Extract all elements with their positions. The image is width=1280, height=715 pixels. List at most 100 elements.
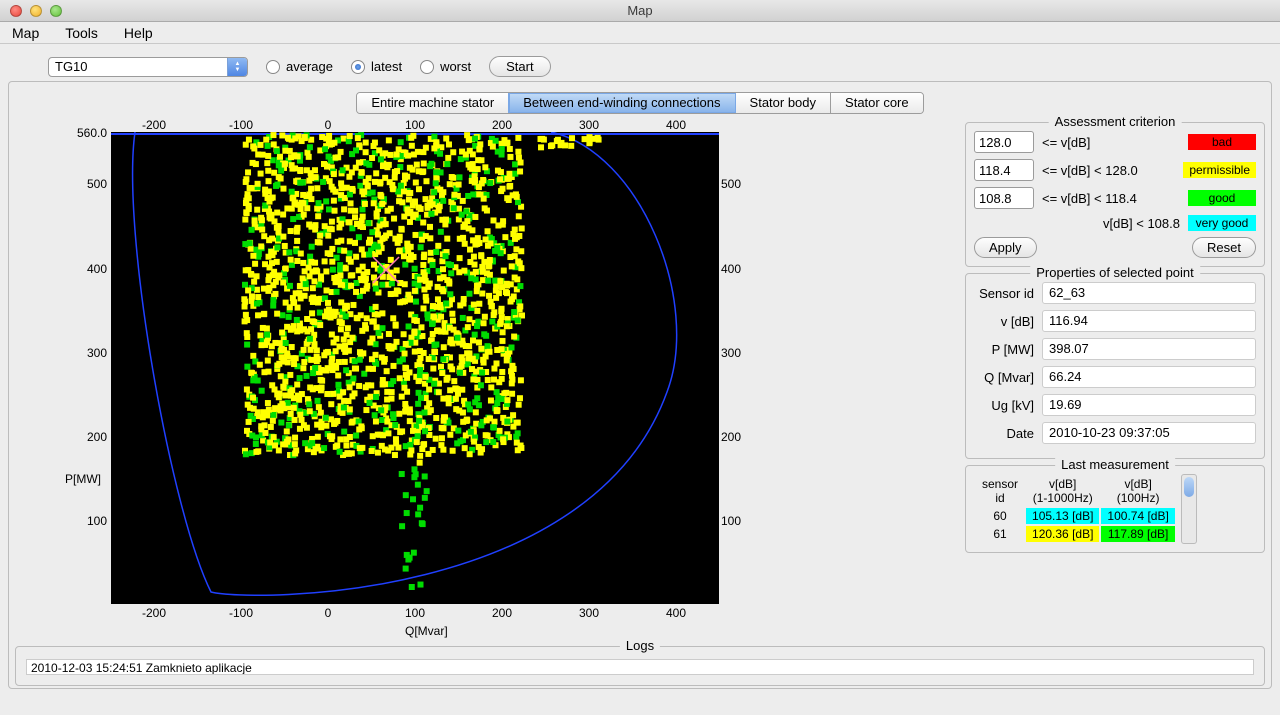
radio-label-latest: latest — [371, 59, 402, 74]
logs-title: Logs — [620, 638, 660, 653]
v-value: 116.94 — [1042, 310, 1256, 332]
cell-sensorid: 60 — [976, 508, 1024, 524]
criterion-bad-text: <= v[dB] — [1042, 135, 1090, 150]
tab-entire-stator[interactable]: Entire machine stator — [357, 93, 509, 113]
ytick-r: 100 — [721, 514, 741, 528]
criterion-title: Assessment criterion — [1049, 114, 1182, 129]
ytick-l: 500 — [67, 177, 107, 191]
ytick-r: 500 — [721, 177, 741, 191]
p-value: 398.07 — [1042, 338, 1256, 360]
apply-button[interactable]: Apply — [974, 237, 1037, 258]
ytick-l: 560.0 — [67, 126, 107, 140]
table-row[interactable]: 60 105.13 [dB] 100.74 [dB] — [976, 508, 1175, 524]
device-select-value: TG10 — [49, 58, 227, 76]
minimize-icon[interactable] — [30, 5, 42, 17]
criterion-permissible-text: <= v[dB] < 128.0 — [1042, 163, 1138, 178]
view-tabs: Entire machine stator Between end-windin… — [356, 92, 923, 114]
scatter-chart[interactable] — [111, 132, 719, 604]
xtick-top: 400 — [656, 118, 696, 132]
xtick-bot: 0 — [318, 606, 338, 620]
table-row[interactable]: 61 120.36 [dB] 117.89 [dB] — [976, 526, 1175, 542]
radio-icon — [351, 60, 365, 74]
col-v1: v[dB](1-1000Hz) — [1026, 476, 1099, 506]
date-label: Date — [974, 426, 1034, 441]
tab-between-endwinding[interactable]: Between end-winding connections — [509, 93, 735, 113]
criterion-permissible-input[interactable] — [974, 159, 1034, 181]
tab-stator-body[interactable]: Stator body — [736, 93, 832, 113]
ytick-l: 200 — [67, 430, 107, 444]
zoom-icon[interactable] — [50, 5, 62, 17]
device-select[interactable]: TG10 ▲▼ — [48, 57, 248, 77]
date-value: 2010-10-23 09:37:05 — [1042, 422, 1256, 444]
main-pane: Entire machine stator Between end-windin… — [8, 81, 1272, 689]
ytick-r: 300 — [721, 346, 741, 360]
cell-sensorid: 61 — [976, 526, 1024, 542]
xtick-bot: -100 — [221, 606, 261, 620]
criterion-bad-input[interactable] — [974, 131, 1034, 153]
sensor-value: 62_63 — [1042, 282, 1256, 304]
badge-good: good — [1188, 190, 1256, 206]
close-icon[interactable] — [10, 5, 22, 17]
xtick-bot: 100 — [395, 606, 435, 620]
radio-icon — [266, 60, 280, 74]
radio-worst-row[interactable]: worst — [420, 59, 471, 74]
logs-panel: Logs 2010-12-03 15:24:51 Zamknieto aplik… — [15, 646, 1265, 686]
chart-area[interactable]: P[MW] Q[Mvar] -200 -100 0 100 200 300 40… — [15, 122, 885, 642]
start-button[interactable]: Start — [489, 56, 550, 77]
xtick-top: 100 — [395, 118, 435, 132]
xtick-bot: 400 — [656, 606, 696, 620]
menu-tools[interactable]: Tools — [65, 25, 98, 41]
radio-icon — [420, 60, 434, 74]
xtick-top: 300 — [569, 118, 609, 132]
menu-help[interactable]: Help — [124, 25, 153, 41]
radio-latest-row[interactable]: latest — [351, 59, 402, 74]
radio-average-row[interactable]: average — [266, 59, 333, 74]
criterion-good-input[interactable] — [974, 187, 1034, 209]
criterion-verygood-text: v[dB] < 108.8 — [1042, 216, 1180, 231]
menu-map[interactable]: Map — [12, 25, 39, 41]
xtick-top: -200 — [134, 118, 174, 132]
last-measurement-panel: Last measurement sensorid v[dB](1-1000Hz… — [965, 465, 1265, 553]
radio-label-average: average — [286, 59, 333, 74]
xtick-top: 0 — [318, 118, 338, 132]
last-table: sensorid v[dB](1-1000Hz) v[dB](100Hz) 60… — [974, 474, 1177, 544]
chevron-updown-icon: ▲▼ — [227, 58, 247, 76]
xtick-top: -100 — [221, 118, 261, 132]
selected-title: Properties of selected point — [1030, 265, 1200, 280]
ytick-r: 400 — [721, 262, 741, 276]
cell-v2: 117.89 [dB] — [1101, 526, 1174, 542]
ug-value: 19.69 — [1042, 394, 1256, 416]
badge-bad: bad — [1188, 134, 1256, 150]
window-titlebar: Map — [0, 0, 1280, 22]
q-label: Q [Mvar] — [974, 370, 1034, 385]
selected-point-panel: Properties of selected point Sensor id62… — [965, 273, 1265, 459]
badge-permissible: permissible — [1183, 162, 1256, 178]
cell-v2: 100.74 [dB] — [1101, 508, 1174, 524]
window-title: Map — [0, 3, 1280, 18]
criterion-good-text: <= v[dB] < 118.4 — [1042, 191, 1137, 206]
xtick-bot: 200 — [482, 606, 522, 620]
v-label: v [dB] — [974, 314, 1034, 329]
radio-label-worst: worst — [440, 59, 471, 74]
logs-text[interactable]: 2010-12-03 15:24:51 Zamknieto aplikacje — [26, 659, 1254, 675]
reset-button[interactable]: Reset — [1192, 237, 1256, 258]
y-axis-label: P[MW] — [65, 472, 101, 486]
x-axis-label: Q[Mvar] — [405, 624, 448, 638]
col-sensor: sensorid — [976, 476, 1024, 506]
q-value: 66.24 — [1042, 366, 1256, 388]
scrollbar[interactable] — [1181, 474, 1197, 544]
criterion-panel: Assessment criterion <= v[dB] bad <= v[d… — [965, 122, 1265, 267]
scroll-thumb[interactable] — [1184, 477, 1194, 497]
xtick-top: 200 — [482, 118, 522, 132]
ytick-l: 300 — [67, 346, 107, 360]
cell-v1: 105.13 [dB] — [1026, 508, 1099, 524]
tab-stator-core[interactable]: Stator core — [831, 93, 923, 113]
cell-v1: 120.36 [dB] — [1026, 526, 1099, 542]
ytick-l: 100 — [67, 514, 107, 528]
sensor-label: Sensor id — [974, 286, 1034, 301]
col-v2: v[dB](100Hz) — [1101, 476, 1174, 506]
xtick-bot: 300 — [569, 606, 609, 620]
badge-verygood: very good — [1188, 215, 1256, 231]
xtick-bot: -200 — [134, 606, 174, 620]
top-toolbar: TG10 ▲▼ average latest worst Start — [48, 56, 1272, 77]
